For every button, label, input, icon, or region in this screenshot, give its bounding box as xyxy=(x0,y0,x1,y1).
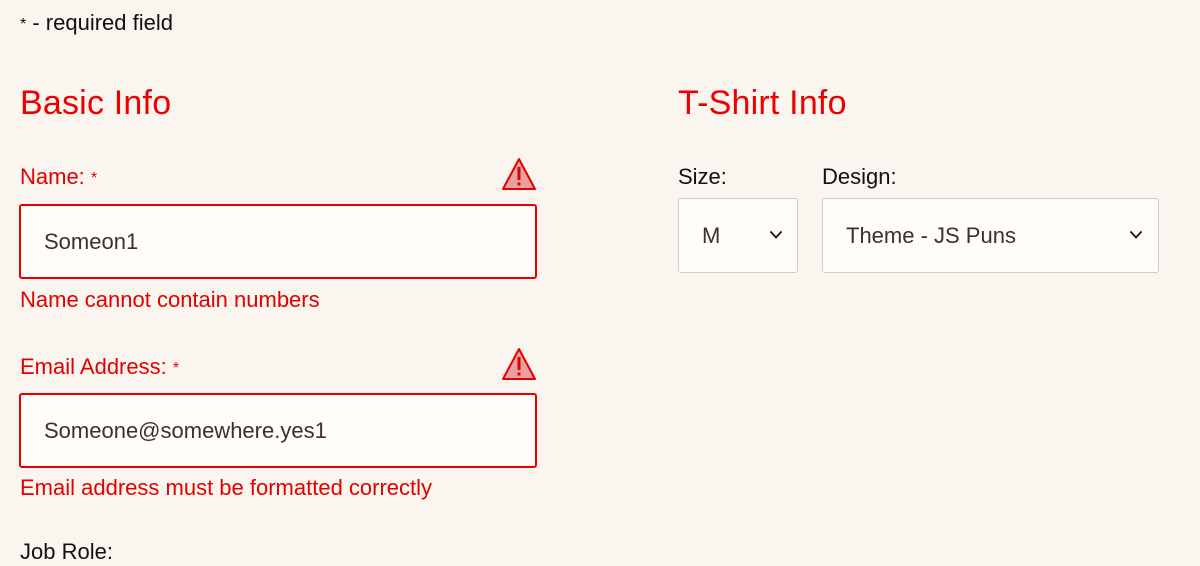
design-label: Design: xyxy=(822,164,897,189)
basic-info-title: Basic Info xyxy=(20,84,172,122)
size-select[interactable]: M xyxy=(678,198,798,273)
email-label-text: Email Address: xyxy=(20,354,167,379)
email-input[interactable] xyxy=(19,393,537,468)
design-selected-value: Theme - JS Puns xyxy=(846,223,1016,248)
name-label: Name: * xyxy=(20,163,97,193)
warning-triangle-icon xyxy=(502,348,536,380)
warning-triangle-icon xyxy=(502,158,536,190)
tshirt-info-title: T-Shirt Info xyxy=(678,84,847,122)
name-input[interactable] xyxy=(19,204,537,279)
email-required-mark: * xyxy=(172,360,180,377)
required-field-note: * - required field xyxy=(20,8,173,40)
name-required-mark: * xyxy=(90,170,98,187)
email-label: Email Address: * xyxy=(20,353,179,383)
design-select[interactable]: Theme - JS Puns xyxy=(822,198,1159,273)
chevron-down-icon xyxy=(770,231,782,239)
size-label: Size: xyxy=(678,164,727,189)
required-note-text: - required field xyxy=(26,10,173,35)
name-label-text: Name: xyxy=(20,164,85,189)
email-error-message: Email address must be formatted correctl… xyxy=(20,475,433,500)
chevron-down-icon xyxy=(1130,231,1142,239)
job-role-label: Job Role: xyxy=(20,539,113,564)
name-error-message: Name cannot contain numbers xyxy=(20,287,320,312)
size-selected-value: M xyxy=(702,223,721,248)
